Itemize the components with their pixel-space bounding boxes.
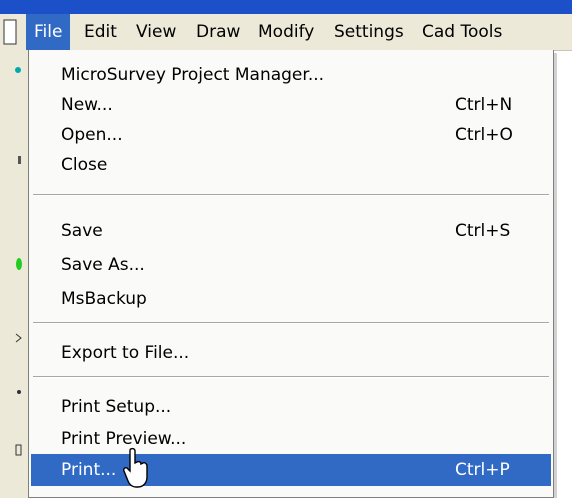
menu-edit-label: Edit <box>84 22 117 42</box>
menu-item-shortcut: Ctrl+S <box>455 221 511 241</box>
menu-draw-label: Draw <box>196 22 241 42</box>
menu-separator <box>33 194 549 196</box>
file-menu-dropdown: MicroSurvey Project Manager... New... Ct… <box>28 50 554 498</box>
menu-item-label: Save As... <box>61 255 145 275</box>
menu-item-label: Open... <box>61 125 123 145</box>
menu-item-shortcut: Ctrl+P <box>455 460 510 480</box>
menu-item-label: Save <box>61 221 103 241</box>
menu-separator <box>33 376 549 378</box>
menu-item-label: Print... <box>61 460 117 480</box>
menu-item-print-setup[interactable]: Print Setup... <box>31 392 551 422</box>
menu-item-label: Export to File... <box>61 343 190 363</box>
background-area <box>556 56 572 498</box>
menu-item-print-preview[interactable]: Print Preview... <box>31 424 551 454</box>
menu-file[interactable]: File <box>26 14 71 50</box>
point-tool-icon[interactable] <box>6 62 22 78</box>
menu-item-new[interactable]: New... Ctrl+N <box>31 90 551 120</box>
menu-item-msbackup[interactable]: MsBackup <box>31 284 551 314</box>
title-bar-strip <box>0 0 572 14</box>
menu-separator <box>33 322 549 324</box>
menu-modify[interactable]: Modify <box>250 14 322 50</box>
menu-draw[interactable]: Draw <box>188 14 248 50</box>
menu-item-save[interactable]: Save Ctrl+S <box>31 216 551 246</box>
menu-item-label: New... <box>61 95 113 115</box>
menu-item-open[interactable]: Open... Ctrl+O <box>31 120 551 150</box>
menu-item-shortcut: Ctrl+N <box>455 95 513 115</box>
menu-cad-tools[interactable]: Cad Tools <box>414 14 510 50</box>
node-tool-icon[interactable] <box>6 384 22 400</box>
arrow-tool-icon[interactable] <box>6 330 22 346</box>
menu-item-export-to-file[interactable]: Export to File... <box>31 338 551 368</box>
menu-view[interactable]: View <box>128 14 184 50</box>
line-tool-icon[interactable] <box>6 152 22 168</box>
menu-settings-label: Settings <box>334 22 404 42</box>
menu-item-save-as[interactable]: Save As... <box>31 250 551 280</box>
menu-item-project-manager[interactable]: MicroSurvey Project Manager... <box>31 60 551 90</box>
green-tool-icon[interactable] <box>6 256 22 272</box>
menu-view-label: View <box>136 22 177 42</box>
menu-edit[interactable]: Edit <box>76 14 125 50</box>
menu-item-label: MicroSurvey Project Manager... <box>61 65 325 85</box>
left-toolbar <box>0 50 30 498</box>
menu-item-print[interactable]: Print... Ctrl+P <box>31 454 551 486</box>
menu-modify-label: Modify <box>258 22 315 42</box>
menu-item-label: Close <box>61 155 108 175</box>
menu-settings[interactable]: Settings <box>326 14 412 50</box>
menu-item-label: MsBackup <box>61 289 147 309</box>
menu-item-label: Print Setup... <box>61 397 172 417</box>
menu-item-close[interactable]: Close <box>31 150 551 180</box>
menu-bar: File Edit View Draw Modify Settings Cad … <box>0 14 572 51</box>
menu-cad-tools-label: Cad Tools <box>422 22 503 42</box>
mouse-pointer-icon <box>123 447 148 488</box>
app-icon <box>3 19 17 45</box>
menu-file-label: File <box>34 22 63 42</box>
shape-tool-icon[interactable] <box>6 442 22 458</box>
menu-item-shortcut: Ctrl+O <box>455 125 513 145</box>
